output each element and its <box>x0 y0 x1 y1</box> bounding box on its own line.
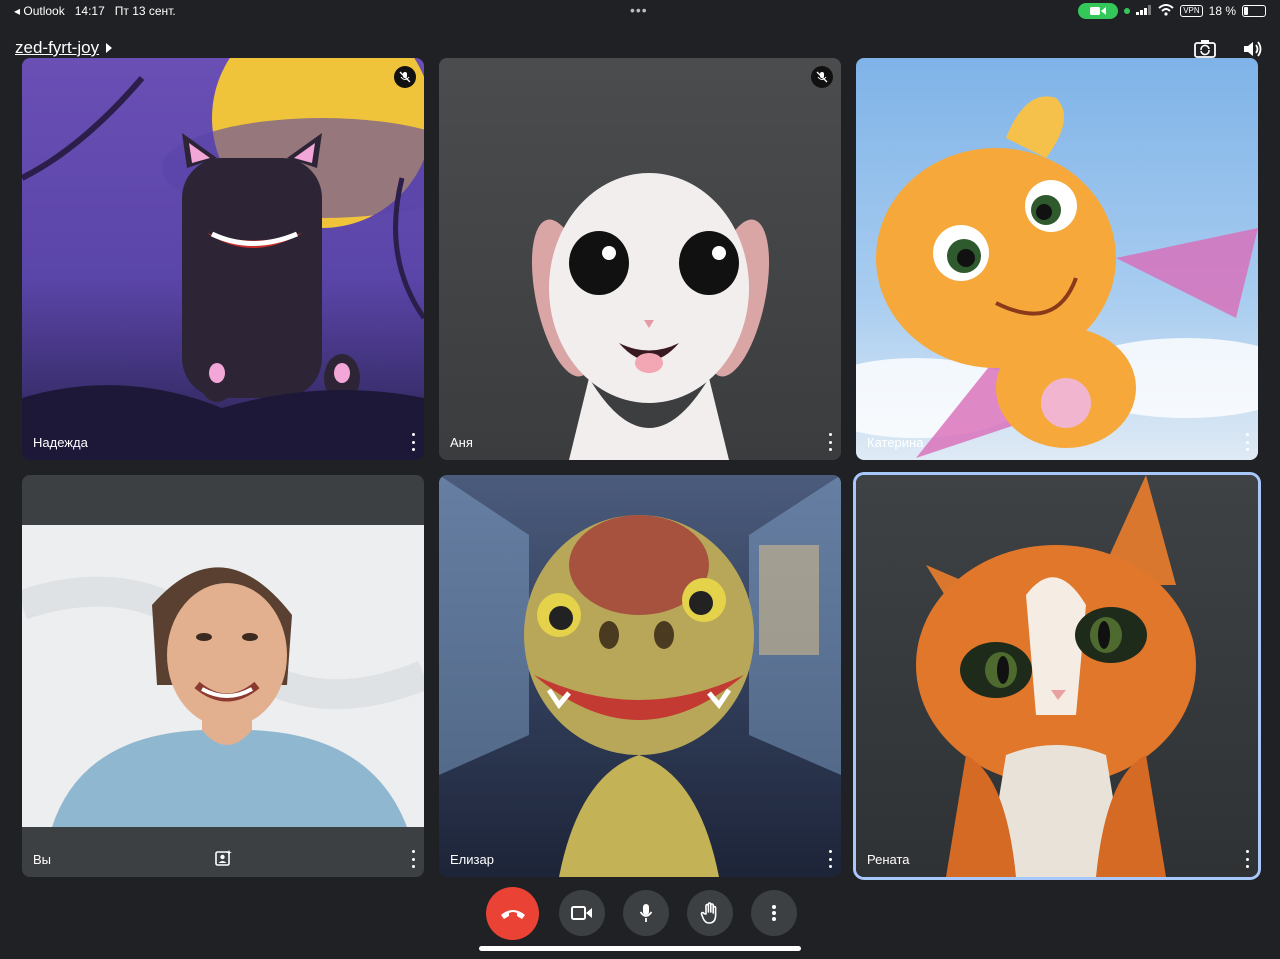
muted-mic-icon <box>394 66 416 88</box>
participant-tile-active-speaker[interactable]: Рената <box>856 475 1258 877</box>
back-to-app[interactable]: ◂ Outlook <box>14 4 65 18</box>
home-indicator[interactable] <box>479 946 801 951</box>
meeting-code-link[interactable]: zed-fyrt-joy <box>15 38 113 58</box>
signal-icon <box>1136 4 1152 18</box>
camera-button[interactable] <box>559 890 605 936</box>
participant-name: Аня <box>450 435 473 450</box>
meeting-code: zed-fyrt-joy <box>15 38 100 57</box>
back-app-label: Outlook <box>23 4 65 18</box>
status-bar: ◂ Outlook 14:17 Пт 13 сент. ••• VPN 18 % <box>0 0 1280 24</box>
participant-tile[interactable]: Аня <box>439 58 841 460</box>
more-vert-icon[interactable] <box>825 850 835 868</box>
avatar-dragon-image <box>856 96 1258 458</box>
more-vert-icon[interactable] <box>1242 433 1252 451</box>
battery-percent: 18 % <box>1208 4 1236 18</box>
participant-name: Надежда <box>33 435 88 450</box>
self-video-image <box>22 525 424 827</box>
clock: 14:17 <box>74 4 105 18</box>
battery-icon <box>1242 5 1266 17</box>
mic-icon <box>639 904 653 922</box>
chevron-right-icon <box>106 43 113 53</box>
hang-up-icon <box>500 909 525 919</box>
camera-in-use-icon <box>1078 3 1119 19</box>
more-vert-icon[interactable] <box>825 433 835 451</box>
more-vert-icon[interactable] <box>1242 850 1252 868</box>
visual-effects-icon[interactable] <box>214 849 232 867</box>
switch-camera-icon[interactable] <box>1194 39 1216 59</box>
more-options-button[interactable] <box>751 890 797 936</box>
more-vert-icon[interactable] <box>408 433 418 451</box>
avatar-bunny-image <box>531 173 770 460</box>
participant-name: Вы <box>33 852 52 867</box>
speaker-icon[interactable] <box>1242 39 1264 59</box>
avatar-dino-image <box>439 475 841 877</box>
avatar-orange-cat-image <box>916 475 1196 877</box>
muted-mic-icon <box>811 66 833 88</box>
participant-name: Елизар <box>450 852 494 867</box>
mic-in-use-icon <box>1124 8 1131 14</box>
vpn-badge: VPN <box>1180 5 1203 17</box>
participant-name: Рената <box>867 852 910 867</box>
hand-icon <box>700 902 717 924</box>
microphone-button[interactable] <box>623 890 669 936</box>
raise-hand-button[interactable] <box>687 890 733 936</box>
multitasking-dots[interactable]: ••• <box>630 2 648 18</box>
avatar-cat-image <box>22 58 424 460</box>
wifi-icon <box>1158 3 1174 19</box>
participant-tile[interactable]: Катерина <box>856 58 1258 460</box>
participant-tile[interactable]: Надежда <box>22 58 424 460</box>
self-view-tile[interactable]: Вы <box>22 475 424 877</box>
camera-icon <box>571 906 592 920</box>
more-vert-icon <box>772 905 776 921</box>
end-call-button[interactable] <box>486 887 539 940</box>
date: Пт 13 сент. <box>114 4 176 18</box>
more-vert-icon[interactable] <box>408 850 418 868</box>
participant-name: Катерина <box>867 435 924 450</box>
participant-tile[interactable]: Елизар <box>439 475 841 877</box>
